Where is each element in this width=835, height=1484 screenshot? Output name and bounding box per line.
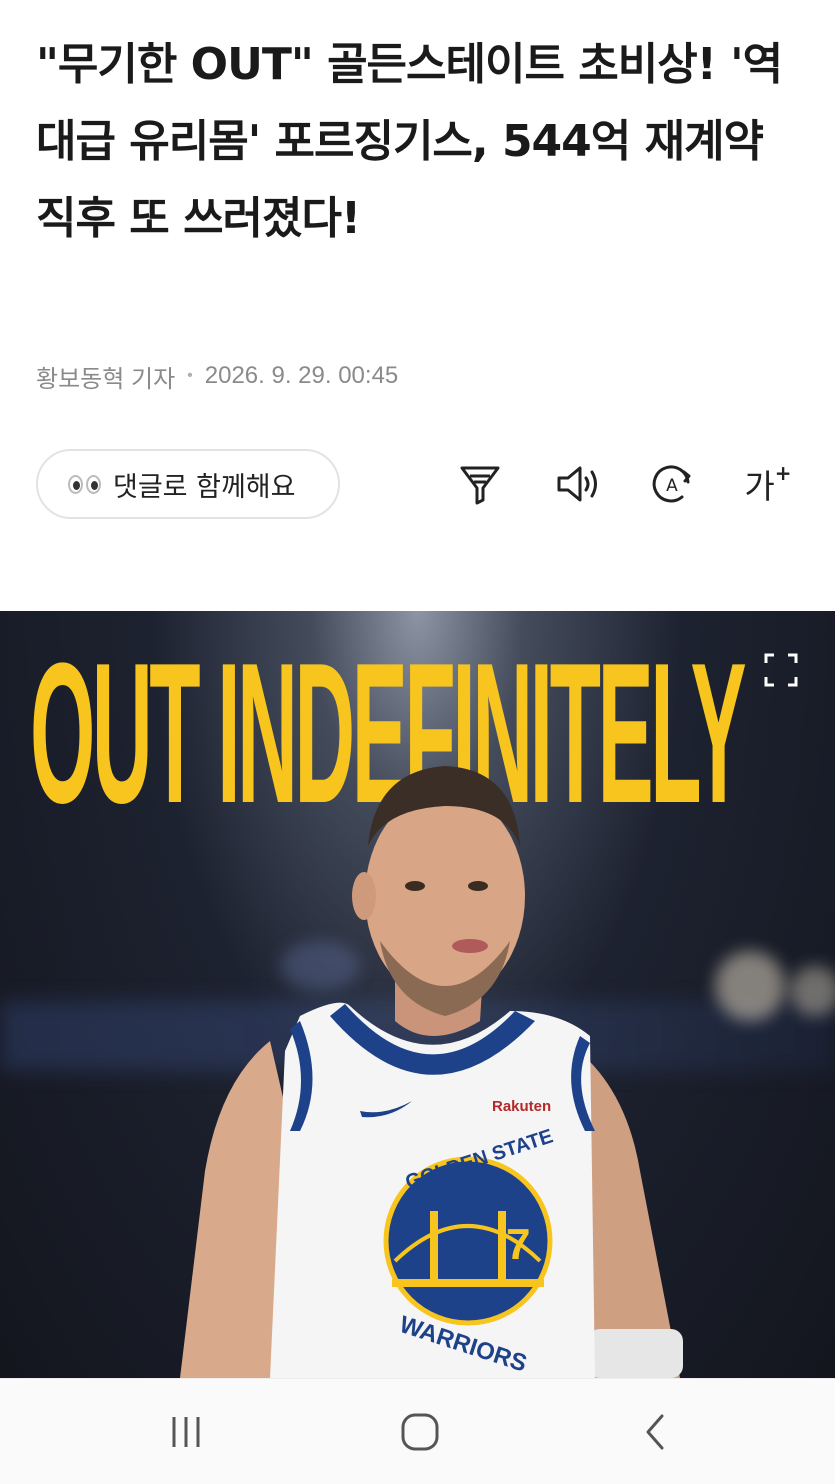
speaker-icon bbox=[557, 466, 597, 502]
expand-image-button[interactable] bbox=[760, 649, 802, 691]
byline-separator: • bbox=[187, 367, 193, 384]
article-title: "무기한 OUT" 골든스테이트 초비상! '역대급 유리몸' 포르징기스, 5… bbox=[36, 39, 783, 244]
comment-button-label: 댓글로 함께해요 bbox=[113, 471, 296, 503]
font-size-icon: 가+ bbox=[744, 461, 792, 506]
svg-text:7: 7 bbox=[506, 1220, 530, 1269]
svg-text:Rakuten: Rakuten bbox=[492, 1098, 551, 1115]
recents-icon bbox=[172, 1417, 200, 1447]
home-icon bbox=[401, 1413, 439, 1451]
expand-icon bbox=[764, 653, 798, 687]
article-datetime: 2026. 9. 29. 00:45 bbox=[204, 362, 399, 389]
summary-icon bbox=[460, 466, 500, 505]
back-icon bbox=[646, 1414, 664, 1450]
player-photo: 7 GOLDEN STATE WARRIORS Rakuten bbox=[180, 766, 683, 1378]
summary-button[interactable] bbox=[452, 456, 508, 512]
eyes-icon bbox=[68, 474, 101, 494]
font-size-button[interactable]: 가+ bbox=[740, 456, 796, 512]
home-button[interactable] bbox=[390, 1407, 450, 1457]
recents-button[interactable] bbox=[156, 1407, 216, 1457]
svg-text:A: A bbox=[666, 476, 678, 496]
translate-icon: A bbox=[652, 465, 691, 503]
system-navigation-bar bbox=[0, 1378, 835, 1484]
article-hero-image[interactable]: OUT INDEFINITELY 7 GOLDEN STATE WARRIORS… bbox=[0, 611, 835, 1378]
tts-button[interactable] bbox=[550, 456, 606, 512]
reporter-name[interactable]: 황보동혁 기자 bbox=[36, 359, 175, 394]
back-button[interactable] bbox=[626, 1407, 686, 1457]
article-byline: 황보동혁 기자 • 2026. 9. 29. 00:45 bbox=[36, 358, 398, 394]
comment-button[interactable]: 댓글로 함께해요 bbox=[36, 449, 340, 519]
translate-button[interactable]: A bbox=[644, 456, 700, 512]
